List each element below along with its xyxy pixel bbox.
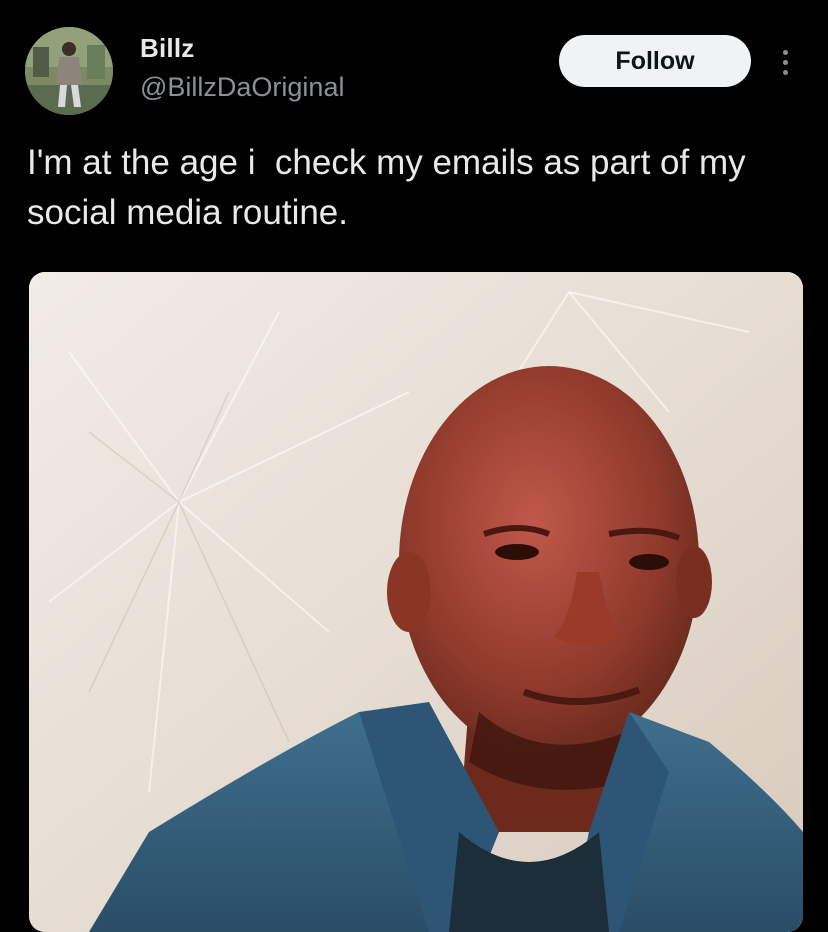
photo-media-icon (29, 272, 803, 932)
post-media-photo[interactable] (29, 272, 803, 932)
tweet-post: Billz @BillzDaOriginal Follow I'm at the… (0, 0, 828, 932)
more-vertical-icon (782, 49, 788, 55)
author-display-name[interactable]: Billz (140, 33, 194, 64)
follow-button[interactable]: Follow (559, 35, 751, 87)
more-vertical-icon-dot (782, 59, 788, 65)
post-text: I'm at the age i check my emails as part… (27, 143, 756, 232)
author-handle[interactable]: @BillzDaOriginal (140, 72, 344, 103)
avatar-photo-icon (25, 27, 113, 115)
author-avatar[interactable] (25, 27, 113, 115)
more-options-button[interactable] (770, 42, 800, 82)
more-vertical-icon-dot (782, 69, 788, 75)
